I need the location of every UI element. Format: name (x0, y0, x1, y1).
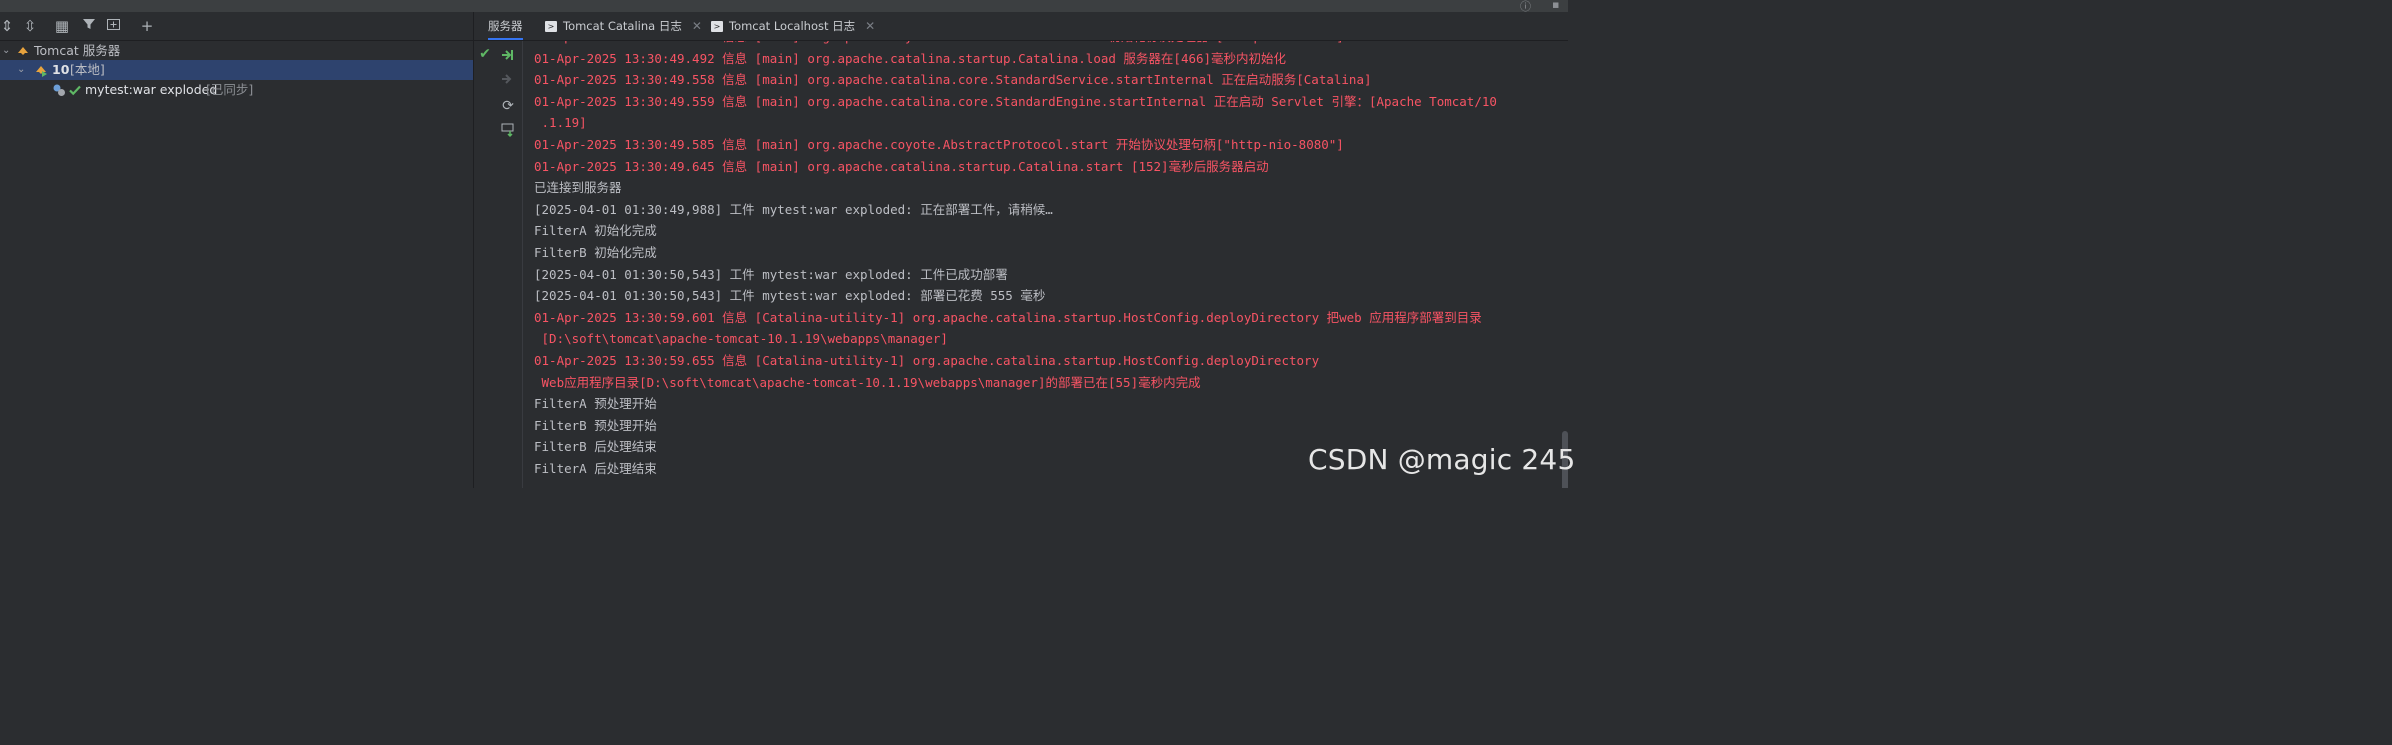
tab-server[interactable]: 服务器 (488, 12, 523, 40)
output-panel: 服务器 > Tomcat Catalina 日志 ✕ > Tomcat Localho… (474, 12, 1568, 488)
console-line: FilterA 后处理结束 (534, 461, 657, 476)
tab-label: Tomcat Catalina 日志 (563, 19, 682, 33)
console-line: FilterB 预处理开始 (534, 417, 657, 433)
filter-icon[interactable] (79, 15, 99, 37)
console-icon: > (545, 21, 557, 32)
undeploy-icon[interactable] (499, 71, 517, 89)
console-line: [D:\soft\tomcat\apache-tomcat-10.1.19\we… (534, 331, 948, 347)
console-line: 01-Apr-2025 13:30:49.645 信息 [main] org.a… (534, 158, 1269, 174)
tab-localhost-log[interactable]: > Tomcat Localhost 日志 ✕ (711, 12, 875, 40)
group-by-icon[interactable]: ▦ (52, 15, 72, 37)
console-line: 01-Apr-2025 13:30:59.601 信息 [Catalina-ut… (534, 309, 1482, 325)
chevron-down-icon[interactable]: ⌄ (2, 41, 10, 61)
tree-item-label: mytest:war exploded (85, 82, 218, 97)
console-line: FilterA 初始化完成 (534, 223, 657, 239)
tree-item-sub: [已同步] (206, 82, 254, 97)
scroll-to-end-icon[interactable] (499, 122, 517, 140)
console-line: 01-Apr-2025 13:30:59.655 信息 [Catalina-ut… (534, 353, 1320, 368)
check-icon (69, 85, 81, 96)
services-tree-panel: ⇕ ⇳ ▦ + ⌄ Tomcat 服务器 ⌄ 10 [本地] mytest:wa… (0, 12, 473, 488)
chevron-down-icon[interactable]: ⌄ (17, 60, 25, 80)
deploy-icon[interactable] (499, 47, 517, 65)
add-service-icon[interactable]: + (137, 15, 157, 37)
output-tabs: 服务器 > Tomcat Catalina 日志 ✕ > Tomcat Localho… (474, 12, 1568, 41)
console-line: 01-Apr-2025 13:30:49.585 信息 [main] org.a… (534, 137, 1344, 152)
tree-item-artifact[interactable]: mytest:war exploded [已同步] (0, 80, 473, 100)
console-line: .1.19] (534, 115, 587, 131)
new-group-icon[interactable] (104, 15, 124, 37)
console-line: 01-Apr-2025 13:30:49.559 信息 [main] org.a… (534, 93, 1497, 109)
check-icon: ✔ (479, 46, 491, 62)
expand-all-icon[interactable]: ⇕ (0, 15, 17, 37)
tab-label: Tomcat Localhost 日志 (729, 19, 856, 33)
watermark: CSDN @magic 245 (1308, 443, 1576, 476)
tab-label: 服务器 (488, 19, 523, 33)
artifact-icon (53, 84, 65, 96)
close-icon[interactable]: ✕ (692, 19, 702, 33)
tree-item-server-10[interactable]: ⌄ 10 [本地] (0, 60, 473, 80)
tree-item-label: Tomcat 服务器 (34, 43, 121, 58)
console-line: 01-Apr-2025 13:30:49.433 信息 [main] org.a… (534, 41, 1344, 47)
menu-icon[interactable]: ▪ (1552, 0, 1559, 11)
console-line: 已连接到服务器 (534, 180, 622, 196)
server-run-icon (36, 66, 47, 77)
console-output[interactable]: 01-Apr-2025 13:30:49.433 信息 [main] org.a… (523, 41, 1568, 488)
console-line: Web应用程序目录[D:\soft\tomcat\apache-tomcat-1… (534, 374, 1201, 390)
services-toolbar: ⇕ ⇳ ▦ + (0, 12, 473, 41)
refresh-icon[interactable]: ⟳ (499, 97, 517, 115)
console-line: FilterA 预处理开始 (534, 396, 657, 412)
close-icon[interactable]: ✕ (865, 19, 875, 33)
tab-catalina-log[interactable]: > Tomcat Catalina 日志 ✕ (545, 12, 702, 40)
console-line: [2025-04-01 01:30:49,988] 工件 mytest:war … (534, 201, 1053, 217)
collapse-all-icon[interactable]: ⇳ (20, 15, 40, 37)
console-gutter: ✔ ⟳ (474, 41, 523, 488)
tree-item-sub: [本地] (70, 62, 105, 77)
console-line: 01-Apr-2025 13:30:49.558 信息 [main] org.a… (534, 72, 1372, 88)
tree-item-label: 10 (52, 62, 70, 77)
tree-item-tomcat-server[interactable]: ⌄ Tomcat 服务器 (0, 41, 473, 61)
console-line: 01-Apr-2025 13:30:49.492 信息 [main] org.a… (534, 50, 1287, 66)
tomcat-icon (18, 47, 28, 55)
console-line: [2025-04-01 01:30:50,543] 工件 mytest:war … (534, 288, 1046, 304)
console-icon: > (711, 21, 723, 32)
console-line: [2025-04-01 01:30:50,543] 工件 mytest:war … (534, 266, 1008, 282)
console-line: FilterB 初始化完成 (534, 245, 657, 260)
console-line: FilterB 后处理结束 (534, 439, 657, 455)
